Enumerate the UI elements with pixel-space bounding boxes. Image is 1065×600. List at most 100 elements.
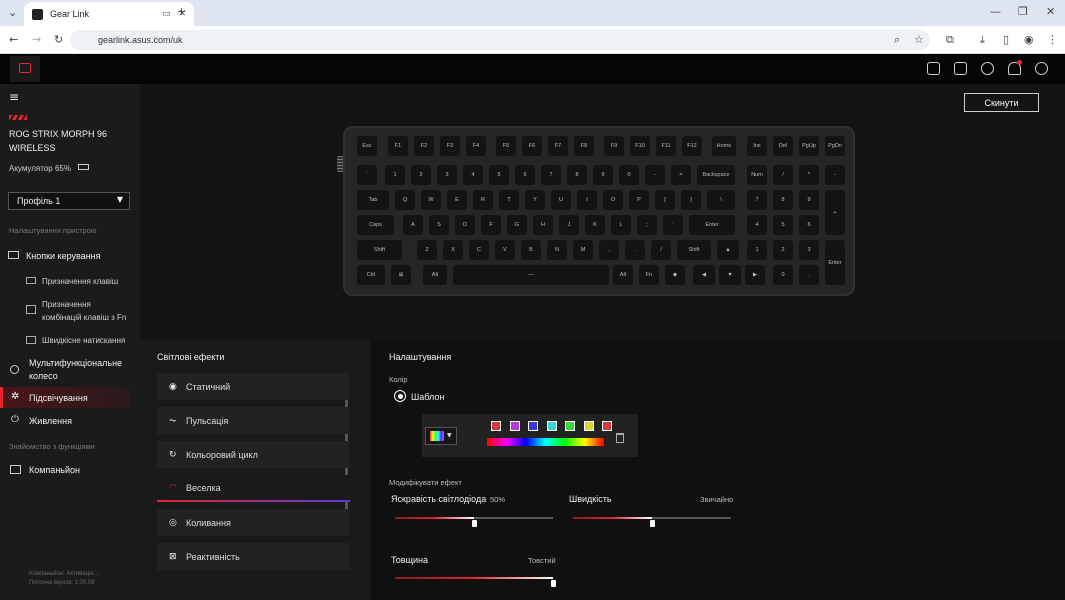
key[interactable]: F6 [522,136,542,156]
sync-icon[interactable] [981,62,994,75]
key[interactable]: - [825,165,845,185]
key[interactable]: 2 [773,240,793,260]
effect-item[interactable]: ◎ Коливання [157,509,350,536]
key[interactable]: B [521,240,541,260]
url-field[interactable]: gearlink.asus.com/uk [70,30,930,50]
key[interactable]: J [559,215,579,235]
key[interactable]: D [455,215,475,235]
key[interactable]: N [547,240,567,260]
key[interactable]: + [825,190,845,235]
palette-dropdown[interactable]: ▼ [425,427,457,445]
key[interactable]: . [799,265,819,285]
key[interactable]: Backspace [697,165,735,185]
effect-item[interactable]: ⏦ Пульсація [157,407,350,434]
menu-icon[interactable]: ⋮ [1047,33,1058,46]
key[interactable]: ` [357,165,377,185]
key[interactable]: V [495,240,515,260]
key[interactable]: I [577,190,597,210]
key[interactable]: ▶ [745,265,765,285]
key[interactable]: F5 [496,136,516,156]
tab-list-icon[interactable]: ⌄ [8,6,17,19]
key[interactable]: 6 [515,165,535,185]
key[interactable]: 4 [463,165,483,185]
sidebar-item-wheel[interactable]: Мультифункціональне колесо [29,357,129,383]
effect-item[interactable]: ⊠ Реактивність [157,543,350,570]
key[interactable]: F7 [548,136,568,156]
key[interactable]: F10 [630,136,650,156]
thickness-thumb[interactable] [550,580,556,587]
key[interactable]: 8 [567,165,587,185]
key[interactable]: ▼ [719,265,741,285]
key[interactable]: F8 [574,136,594,156]
key[interactable]: R [473,190,493,210]
forward-icon[interactable]: → [32,33,41,46]
key[interactable]: ; [637,215,657,235]
key[interactable]: ⊞ [391,265,411,285]
key[interactable]: C [469,240,489,260]
key[interactable]: F1 [388,136,408,156]
zoom-icon[interactable]: ⌕ [894,33,900,47]
key[interactable]: W [421,190,441,210]
download-icon[interactable]: ⤓ [980,33,985,47]
key[interactable]: Shift [677,240,711,260]
key[interactable]: 3 [799,240,819,260]
key[interactable]: Y [525,190,545,210]
color-swatch[interactable] [546,421,557,431]
key[interactable]: ' [663,215,683,235]
key[interactable]: ◆ [665,265,685,285]
key[interactable]: PgUp [799,136,819,156]
key[interactable]: 1 [747,240,767,260]
key[interactable]: H [533,215,553,235]
sidebar-item-controls[interactable]: Кнопки керування [26,251,101,261]
key[interactable]: 9 [593,165,613,185]
extensions-icon[interactable]: ⧉ [946,33,954,47]
new-tab-icon[interactable]: + [177,5,186,18]
profile-icon[interactable]: ◉ [1024,33,1034,46]
gauge-icon[interactable] [954,62,967,75]
key[interactable]: F9 [604,136,624,156]
key[interactable]: - [645,165,665,185]
key[interactable]: M [573,240,593,260]
key[interactable]: Shift [357,240,402,260]
maximize-icon[interactable]: ❐ [1018,5,1028,18]
bookmark-star-icon[interactable]: ☆ [914,33,924,46]
key[interactable]: Z [417,240,437,260]
hamburger-menu-icon[interactable]: ≡ [9,90,19,104]
minimize-icon[interactable]: — [990,5,1001,18]
f-key-icon[interactable] [927,62,940,75]
key[interactable]: 9 [799,190,819,210]
key[interactable]: F2 [414,136,434,156]
key[interactable]: . [625,240,645,260]
key[interactable]: T [499,190,519,210]
reload-icon[interactable]: ↻ [54,33,63,46]
trash-icon[interactable] [616,433,624,443]
key[interactable]: ] [681,190,701,210]
browser-tab[interactable]: Gear Link ▭ ✕ [24,2,194,26]
color-swatch[interactable] [509,421,520,431]
key[interactable]: Ctrl [357,265,385,285]
key[interactable]: 0 [619,165,639,185]
profile-select[interactable]: Профіль 1 ▼ [8,192,130,210]
effect-item[interactable]: ◉ Статичний [157,373,350,400]
color-swatch[interactable] [602,421,612,431]
key[interactable]: = [671,165,691,185]
key[interactable]: 0 [773,265,793,285]
key[interactable]: Enter [825,240,845,285]
key[interactable]: / [773,165,793,185]
key[interactable]: Ins [747,136,767,156]
key[interactable]: X [443,240,463,260]
key[interactable]: 7 [747,190,767,210]
sidebar-item-companion[interactable]: Компаньйон [29,465,80,475]
key[interactable]: 7 [541,165,561,185]
color-swatch[interactable] [583,421,594,431]
key[interactable]: / [651,240,671,260]
color-swatch[interactable] [491,421,501,431]
key[interactable]: 8 [773,190,793,210]
key[interactable]: Enter [689,215,735,235]
key[interactable]: Home [712,136,736,156]
settings-gear-icon[interactable] [1035,62,1048,75]
key[interactable]: 6 [799,215,819,235]
sidebar-item-power[interactable]: Живлення [29,416,72,426]
key[interactable]: E [447,190,467,210]
key[interactable]: Alt [423,265,447,285]
